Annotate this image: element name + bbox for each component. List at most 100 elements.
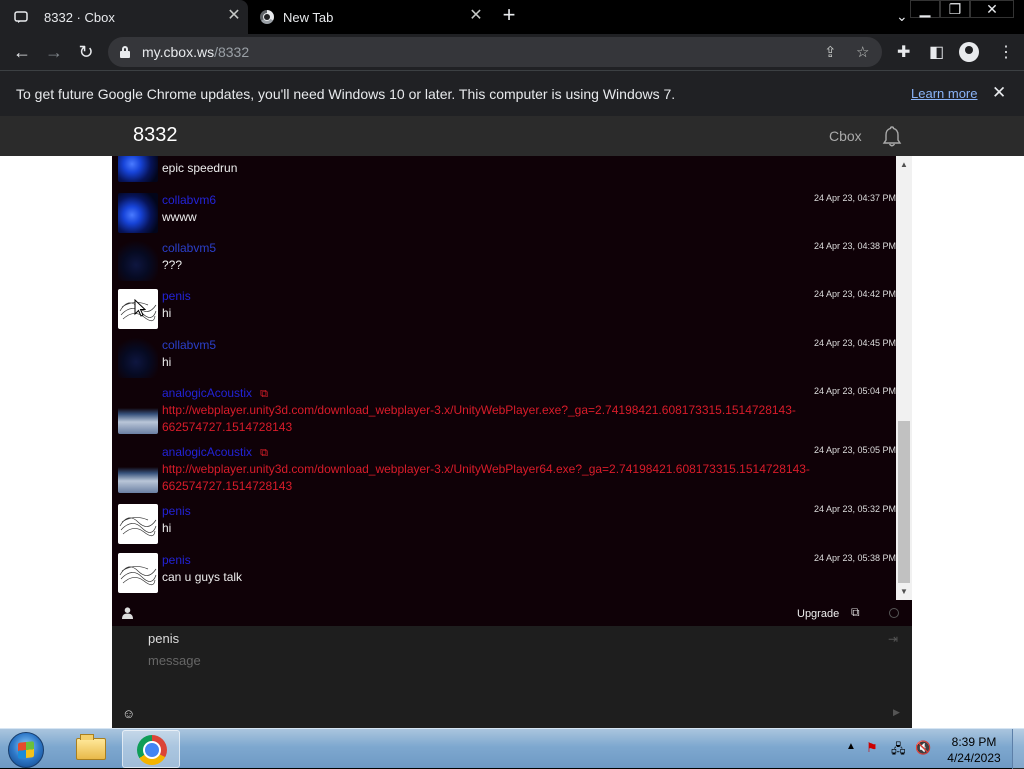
avatar[interactable]: [118, 193, 158, 233]
infobar-message: To get future Google Chrome updates, you…: [16, 86, 676, 102]
tab-title: New Tab: [283, 9, 334, 25]
scrollbar-thumb[interactable]: [898, 421, 910, 583]
sketch-scribble-icon: [119, 517, 157, 537]
site-header: 8332 Cbox: [0, 116, 1024, 156]
back-arrow-icon[interactable]: ←: [11, 42, 33, 62]
profile-icon[interactable]: [959, 42, 979, 62]
cbox-link[interactable]: Cbox: [829, 128, 862, 144]
volume-muted-icon[interactable]: 🔇: [915, 740, 931, 756]
taskbar-chrome[interactable]: [122, 730, 180, 768]
close-infobar-icon[interactable]: ✕: [992, 83, 1006, 103]
forward-arrow-icon[interactable]: →: [43, 42, 65, 62]
show-desktop-button[interactable]: [1012, 729, 1024, 769]
popout-icon[interactable]: ⧉: [851, 605, 860, 620]
username[interactable]: penis: [162, 289, 191, 303]
address-bar[interactable]: my.cbox.ws/8332 ⇪ ☆: [108, 37, 882, 67]
avatar[interactable]: [118, 453, 158, 493]
window-controls: ▁ ❐ ✕: [910, 0, 1014, 18]
emoji-icon[interactable]: ☺: [122, 706, 135, 721]
user-icon[interactable]: [122, 607, 133, 619]
system-clock[interactable]: 8:39 PM 4/24/2023: [940, 734, 1008, 766]
avatar[interactable]: [118, 338, 158, 378]
timestamp: 24 Apr 23, 04:42 PM: [813, 289, 896, 299]
close-tab-icon[interactable]: ✕: [468, 8, 484, 25]
learn-more-link[interactable]: Learn more: [911, 86, 977, 101]
message-text: wwww: [162, 210, 197, 224]
star-icon[interactable]: ☆: [856, 43, 869, 61]
sketch-scribble-icon: [119, 566, 157, 586]
close-tab-icon[interactable]: ✕: [226, 8, 242, 25]
tab-strip: 8332 · Cbox ✕ New Tab ✕ + ⌄ ▁ ❐ ✕: [0, 0, 1024, 34]
cbox-favicon-icon: [14, 11, 28, 23]
external-link-icon[interactable]: ⧉: [260, 388, 268, 401]
external-link-icon[interactable]: ⧉: [260, 447, 268, 460]
lock-icon[interactable]: [120, 46, 130, 58]
name-field[interactable]: penis: [148, 631, 179, 646]
new-tab-button[interactable]: +: [498, 4, 520, 27]
message-input[interactable]: message: [148, 653, 201, 668]
tab-search-chevron-icon[interactable]: ⌄: [896, 8, 908, 25]
restore-icon[interactable]: ❐: [940, 0, 970, 18]
scroll-down-icon[interactable]: ▼: [900, 587, 908, 596]
timestamp: 24 Apr 23, 05:38 PM: [813, 553, 896, 563]
message-text: hi: [162, 355, 172, 369]
username-text: analogicAcoustix: [162, 445, 253, 459]
tab-cbox[interactable]: 8332 · Cbox ✕: [0, 0, 248, 34]
browser-toolbar: ← → ↻ my.cbox.ws/8332 ⇪ ☆ ✚ ◧ ⋮: [0, 34, 1024, 70]
scroll-up-icon[interactable]: ▲: [900, 160, 908, 169]
username[interactable]: penis: [162, 553, 191, 567]
upgrade-link[interactable]: Upgrade: [797, 608, 839, 620]
avatar[interactable]: [118, 504, 158, 544]
username[interactable]: analogicAcoustix ⧉: [162, 445, 268, 460]
clock-time: 8:39 PM: [951, 735, 997, 749]
close-window-icon[interactable]: ✕: [970, 0, 1014, 18]
username-text: analogicAcoustix: [162, 386, 253, 400]
menu-icon[interactable]: ⋮: [998, 42, 1014, 62]
avatar[interactable]: [118, 394, 158, 434]
send-icon[interactable]: ▶: [893, 707, 900, 718]
box-name: 8332: [133, 124, 178, 146]
tab-title: 8332 · Cbox: [44, 9, 115, 25]
avatar[interactable]: [118, 241, 158, 281]
timestamp: 24 Apr 23, 05:32 PM: [813, 504, 896, 514]
message-link[interactable]: http://webplayer.unity3d.com/download_we…: [162, 402, 862, 436]
action-center-flag-icon[interactable]: ⚑: [866, 740, 878, 756]
folder-icon: [76, 734, 106, 760]
login-icon[interactable]: ⇥: [888, 632, 898, 646]
message-text: hi: [162, 306, 172, 320]
message-list[interactable]: epic speedrun collabvm6 24 Apr 23, 04:37…: [112, 156, 896, 600]
username[interactable]: collabvm6: [162, 193, 216, 207]
avatar[interactable]: [118, 553, 158, 593]
username[interactable]: analogicAcoustix ⧉: [162, 386, 268, 401]
start-button[interactable]: [8, 732, 44, 768]
taskbar-explorer[interactable]: [62, 730, 120, 768]
timestamp: 24 Apr 23, 04:38 PM: [813, 241, 896, 251]
username[interactable]: collabvm5: [162, 241, 216, 255]
network-icon[interactable]: 🖧: [891, 740, 906, 762]
chat-toolbar: Upgrade ⧉: [112, 600, 912, 626]
share-icon[interactable]: ⇪: [824, 43, 837, 61]
sidepanel-icon[interactable]: ◧: [929, 42, 944, 62]
avatar[interactable]: [118, 156, 158, 182]
timestamp: 24 Apr 23, 04:37 PM: [813, 193, 896, 203]
message-link[interactable]: http://webplayer.unity3d.com/download_we…: [162, 461, 862, 495]
timestamp: 24 Apr 23, 05:05 PM: [813, 445, 896, 455]
username[interactable]: collabvm5: [162, 338, 216, 352]
reload-icon[interactable]: ↻: [75, 42, 97, 62]
connection-status-icon: [889, 608, 899, 618]
message-scrollbar[interactable]: ▲ ▼: [896, 156, 912, 600]
bell-icon[interactable]: [880, 125, 904, 149]
tray-expand-icon[interactable]: ▲: [846, 741, 856, 752]
minimize-icon[interactable]: ▁: [910, 0, 940, 18]
timestamp: 24 Apr 23, 04:45 PM: [813, 338, 896, 348]
windows-taskbar: ▲ ⚑ 🖧 🔇 8:39 PM 4/24/2023: [0, 728, 1024, 769]
message-text: epic speedrun: [162, 161, 238, 175]
extensions-icon[interactable]: ✚: [897, 42, 910, 62]
tab-new-tab[interactable]: New Tab ✕: [248, 0, 490, 34]
url-path: /8332: [214, 44, 250, 60]
message-text: hi: [162, 521, 172, 535]
message-text: can u guys talk: [162, 570, 243, 584]
chrome-favicon-icon: [260, 10, 274, 24]
update-infobar: To get future Google Chrome updates, you…: [0, 70, 1024, 116]
username[interactable]: penis: [162, 504, 191, 518]
